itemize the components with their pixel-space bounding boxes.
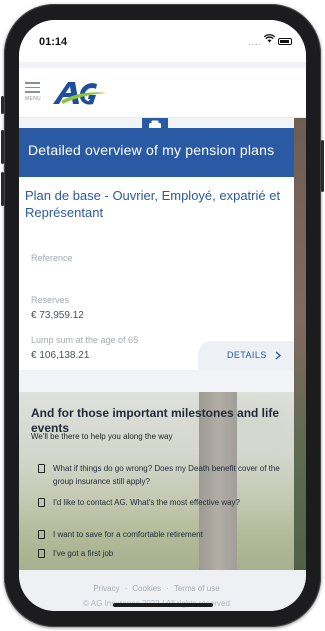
pension-plan-card: Plan de base - Ouvrier, Employé, expatri…	[19, 177, 294, 370]
reserves-value: € 73,959.12	[31, 310, 84, 321]
app-header: MENU	[19, 68, 306, 118]
menu-label: MENU	[25, 95, 41, 102]
phone-screen: 01:14 .... MENU Detailed overview of my …	[19, 20, 306, 611]
volume-down-button	[1, 172, 4, 206]
milestones-subtitle: We'll be there to help you along the way	[31, 432, 173, 441]
page-title: Detailed overview of my pension plans	[28, 142, 275, 158]
power-button	[321, 140, 324, 192]
wifi-icon	[263, 34, 276, 46]
footer-links: Privacy · Cookies · Terms of use	[93, 584, 220, 593]
lump-sum-value: € 106,138.21	[31, 350, 90, 361]
milestone-link-first-job[interactable]: I've got a first job	[38, 547, 288, 560]
lump-sum-label: Lump sum at the age of 65	[31, 335, 139, 345]
plan-title: Plan de base - Ouvrier, Employé, expatri…	[25, 188, 281, 220]
mute-switch	[1, 96, 4, 114]
ag-logo[interactable]	[51, 78, 109, 108]
milestone-link-retirement[interactable]: I want to save for a comfortable retirem…	[38, 528, 288, 541]
milestone-link-death-benefit[interactable]: What if things do go wrong? Does my Deat…	[38, 462, 283, 488]
details-button[interactable]: DETAILS	[198, 341, 294, 370]
signal-icon: ....	[247, 37, 262, 47]
terms-link[interactable]: Terms of use	[174, 584, 220, 593]
milestones-section: And for those important milestones and l…	[19, 392, 294, 570]
chevron-right-icon	[275, 351, 281, 360]
details-label: DETAILS	[227, 350, 267, 360]
milestone-link-contact[interactable]: I'd like to contact AG. What's the most …	[38, 496, 288, 509]
volume-up-button	[1, 130, 4, 164]
document-icon	[38, 498, 45, 507]
status-time: 01:14	[39, 36, 68, 48]
reference-label: Reference	[31, 253, 73, 263]
background-photo-edge	[294, 118, 306, 611]
status-bar: 01:14 ....	[19, 20, 306, 62]
document-icon	[38, 530, 45, 539]
page-banner: Detailed overview of my pension plans	[19, 128, 294, 177]
cookies-link[interactable]: Cookies	[132, 584, 161, 593]
privacy-link[interactable]: Privacy	[93, 584, 119, 593]
reserves-label: Reserves	[31, 295, 70, 305]
battery-icon	[278, 38, 292, 45]
hamburger-icon	[25, 82, 40, 84]
document-icon	[38, 549, 45, 558]
home-indicator[interactable]	[113, 603, 213, 607]
document-icon	[38, 464, 45, 473]
menu-button[interactable]: MENU	[25, 82, 45, 108]
